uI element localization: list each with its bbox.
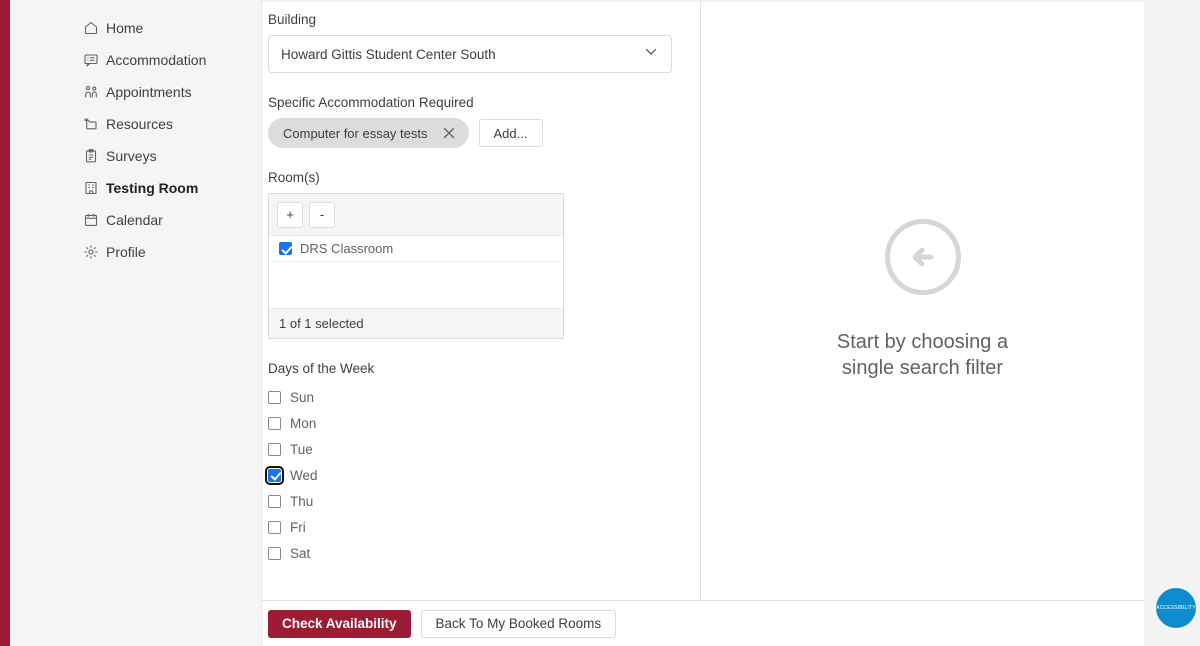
day-label: Thu [290, 493, 314, 509]
rooms-listbox: + - DRS Classroom 1 of 1 selected [268, 193, 564, 339]
sidebar-item-appointments[interactable]: Appointments [10, 76, 261, 108]
rooms-selection-status: 1 of 1 selected [269, 308, 563, 338]
day-checkbox-thu[interactable] [268, 494, 281, 508]
building-select-value: Howard Gittis Student Center South [281, 46, 496, 62]
day-checkbox-fri[interactable] [268, 520, 281, 534]
arrow-left-circle-icon [884, 219, 961, 295]
calendar-icon [82, 211, 100, 229]
results-empty-state: Start by choosing a single search filter [701, 2, 1144, 598]
day-row-tue[interactable]: Tue [268, 436, 666, 462]
chevron-down-icon [643, 44, 659, 65]
rooms-toolbar: + - [269, 194, 563, 236]
accommodation-chip-label: Computer for essay tests [283, 125, 428, 141]
rooms-label: Room(s) [268, 170, 320, 185]
room-label: DRS Classroom [300, 241, 394, 256]
day-row-wed[interactable]: Wed [265, 462, 666, 488]
day-row-sun[interactable]: Sun [268, 384, 666, 410]
day-checkbox-mon[interactable] [268, 416, 281, 430]
day-label: Tue [290, 441, 313, 457]
accessibility-widget-label: ACCESSIBILITY [1156, 605, 1196, 611]
sidebar-item-surveys[interactable]: Surveys [10, 140, 261, 172]
sidebar-item-testing-room[interactable]: Testing Room [10, 172, 261, 204]
close-icon[interactable] [442, 126, 456, 140]
sidebar-item-accommodation[interactable]: Accommodation [10, 44, 261, 76]
rooms-item-list: DRS Classroom [269, 236, 563, 308]
day-row-thu[interactable]: Thu [268, 488, 666, 514]
home-icon [82, 19, 100, 37]
sidebar-item-home[interactable]: Home [10, 12, 261, 44]
accommodation-label: Specific Accommodation Required [268, 95, 474, 110]
day-label: Fri [290, 519, 306, 535]
check-availability-button[interactable]: Check Availability [268, 609, 411, 638]
accessibility-widget-icon[interactable]: ACCESSIBILITY [1156, 588, 1196, 628]
empty-state-line-2: single search filter [841, 357, 1004, 379]
search-filter-form: Building Howard Gittis Student Center So… [262, 2, 686, 598]
empty-state-text: Start by choosing a single search filter [837, 329, 1008, 381]
room-list-item[interactable]: DRS Classroom [269, 236, 563, 262]
sidebar-item-calendar[interactable]: Calendar [10, 204, 261, 236]
sidebar-item-profile[interactable]: Profile [10, 236, 261, 268]
brand-accent-rail [0, 0, 10, 646]
building-select[interactable]: Howard Gittis Student Center South [268, 35, 672, 73]
form-action-bar: Check Availability Back To My Booked Roo… [262, 600, 1144, 646]
folder-icon [82, 115, 100, 133]
rooms-deselect-all-button[interactable]: - [309, 201, 335, 228]
room-checkbox[interactable] [279, 242, 292, 255]
day-checkbox-tue[interactable] [268, 442, 281, 456]
sidebar-item-resources[interactable]: Resources [10, 108, 261, 140]
day-label: Sun [290, 389, 315, 405]
clipboard-icon [82, 147, 100, 165]
accommodation-field: Specific Accommodation Required Computer… [268, 95, 666, 148]
back-to-booked-rooms-button[interactable]: Back To My Booked Rooms [420, 609, 617, 638]
empty-state-line-1: Start by choosing a [836, 331, 1009, 353]
days-label: Days of the Week [268, 361, 375, 376]
add-accommodation-button[interactable]: Add... [478, 119, 543, 147]
sidebar-navigation: Home Accommodation Appointments Resources Su… [10, 0, 262, 646]
day-label: Sat [290, 545, 311, 561]
people-icon [82, 83, 100, 101]
rooms-field: Room(s) + - DRS Classroom 1 of 1 selecte… [268, 170, 666, 339]
main-content-card: Building Howard Gittis Student Center So… [262, 0, 1144, 646]
app-root: Home Accommodation Appointments Resources Su… [0, 0, 1200, 646]
message-list-icon [82, 51, 100, 69]
day-label: Mon [290, 415, 317, 431]
day-label: Wed [290, 467, 318, 483]
day-checkbox-sat[interactable] [268, 546, 281, 560]
day-checkbox-wed[interactable] [265, 465, 284, 485]
building-field: Building Howard Gittis Student Center So… [268, 12, 672, 73]
days-checkbox-group: Sun Mon Tue Wed Thu Fri Sat [265, 384, 666, 566]
accommodation-chip: Computer for essay tests [268, 118, 469, 148]
days-field: Days of the Week Sun Mon Tue Wed Thu Fri Sat [265, 361, 666, 566]
gear-icon [82, 243, 100, 261]
rooms-select-all-button[interactable]: + [277, 201, 303, 228]
building-label: Building [268, 12, 317, 27]
day-checkbox-sun[interactable] [268, 390, 281, 404]
day-row-fri[interactable]: Fri [268, 514, 666, 540]
day-row-mon[interactable]: Mon [268, 410, 666, 436]
day-row-sat[interactable]: Sat [268, 540, 666, 566]
building-icon [82, 179, 100, 197]
